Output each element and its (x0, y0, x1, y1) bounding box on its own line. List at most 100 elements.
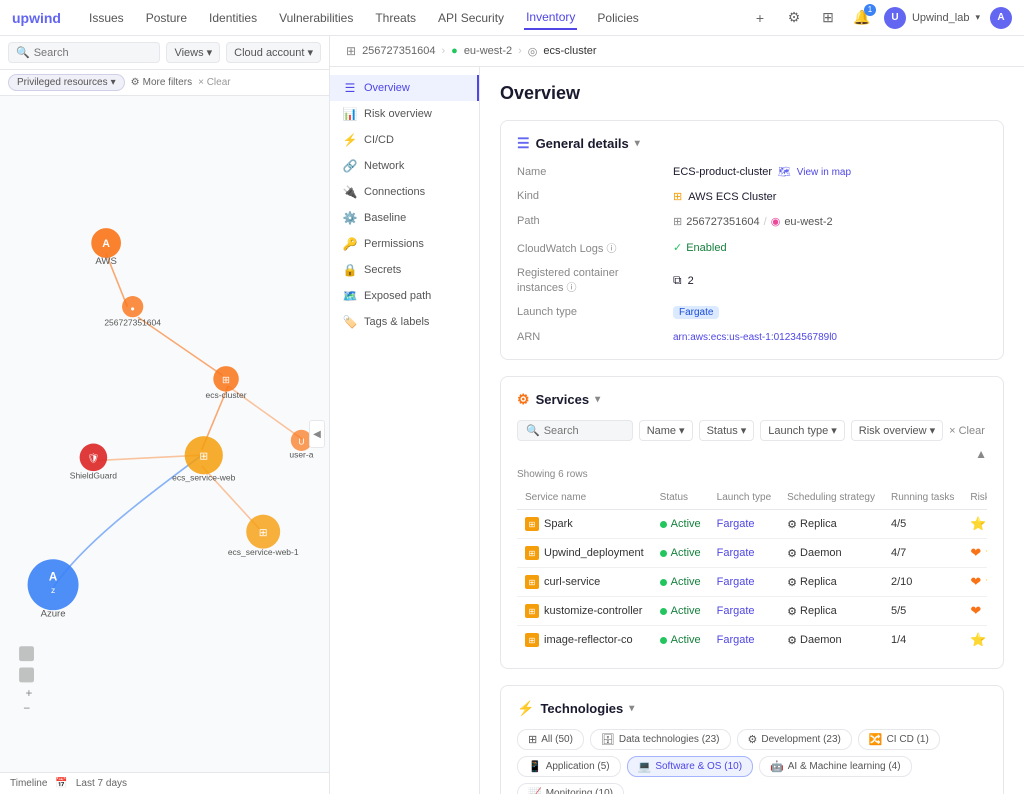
sidebar-item-label: Connections (364, 186, 425, 198)
nav-item-api-security[interactable]: API Security (436, 7, 506, 29)
table-row[interactable]: ⊞ kustomize-controller Active Fargate ⚙ … (517, 597, 987, 626)
svg-text:⊞: ⊞ (259, 527, 268, 539)
technologies-title: Technologies (540, 701, 623, 716)
nav-item-policies[interactable]: Policies (595, 7, 640, 29)
status-text: Active (671, 576, 701, 588)
svg-text:U: U (298, 437, 304, 447)
sidebar-item-tags[interactable]: 🏷️ Tags & labels (330, 309, 479, 335)
svg-text:256727351604: 256727351604 (104, 318, 161, 328)
nav-item-posture[interactable]: Posture (144, 7, 189, 29)
sidebar-item-label: Exposed path (364, 290, 431, 302)
sidebar-item-secrets[interactable]: 🔒 Secrets (330, 257, 479, 283)
table-row[interactable]: ⊞ image-reflector-co Active Fargate ⚙ Da… (517, 626, 987, 655)
nav-item-threats[interactable]: Threats (373, 7, 418, 29)
general-details-header[interactable]: ☰ General details ▾ (517, 135, 987, 152)
risk-filter-button[interactable]: Risk overview ▾ (851, 420, 943, 441)
table-row[interactable]: ⊞ Spark Active Fargate ⚙ Replica 4/5 ⭐↗ (517, 510, 987, 539)
path-account-icon: ⊞ (673, 215, 682, 228)
kind-label: Kind (517, 188, 657, 205)
service-scheduling-cell: ⚙ Daemon (779, 626, 883, 655)
cloud-account-button[interactable]: Cloud account ▾ (226, 42, 321, 63)
sidebar-item-cicd[interactable]: ⚡ CI/CD (330, 127, 479, 153)
sidebar-item-baseline[interactable]: ⚙️ Baseline (330, 205, 479, 231)
instances-count: 2 (688, 275, 694, 287)
table-row[interactable]: ⊞ Upwind_deployment Active Fargate ⚙ Dae… (517, 539, 987, 568)
gear-icon[interactable]: ⚙ (782, 6, 806, 30)
cat-icon: 💻 (638, 760, 652, 773)
path-label: Path (517, 213, 657, 230)
exposed-path-icon: 🗺️ (342, 289, 358, 303)
chevron-down-icon: ▾ (629, 703, 634, 714)
nav-item-vulnerabilities[interactable]: Vulnerabilities (277, 7, 355, 29)
nav-item-inventory[interactable]: Inventory (524, 6, 577, 30)
permissions-icon: 🔑 (342, 237, 358, 251)
launch-type-filter-label: Launch type (768, 425, 828, 437)
views-button[interactable]: Views ▾ (166, 42, 220, 63)
category-tab[interactable]: 🗄Data technologies (23) (590, 729, 731, 750)
nav-item-issues[interactable]: Issues (87, 7, 126, 29)
user-menu[interactable]: U Upwind_lab ▾ (884, 7, 980, 29)
services-search-input[interactable] (544, 425, 624, 437)
sidebar-item-label: Overview (364, 82, 410, 94)
graph-search-input[interactable] (34, 47, 153, 59)
sidebar-item-network[interactable]: 🔗 Network (330, 153, 479, 179)
clear-filters-button[interactable]: × Clear (198, 77, 231, 88)
user-initial-avatar[interactable]: A (990, 7, 1012, 29)
table-row[interactable]: ⊞ curl-service Active Fargate ⚙ Replica … (517, 568, 987, 597)
category-tab[interactable]: 🤖AI & Machine learning (4) (759, 756, 912, 777)
category-tab[interactable]: ⚙Development (23) (737, 729, 852, 750)
columns-icon[interactable]: ⊞ (816, 6, 840, 30)
graph-search-box[interactable]: 🔍 (8, 42, 160, 63)
overview-icon: ☰ (342, 81, 358, 95)
timeline-label: Timeline (10, 778, 47, 789)
graph-area[interactable]: A AWS ● 256727351604 ⊞ ecs-cluster ⊞ ecs… (0, 96, 329, 772)
path-region: eu-west-2 (784, 216, 832, 228)
path-account: 256727351604 (686, 216, 759, 228)
bell-icon[interactable]: 🔔 1 (850, 6, 874, 30)
more-filters-button[interactable]: ⚙ More filters (131, 77, 192, 88)
name-filter-button[interactable]: Name ▾ (639, 420, 693, 441)
plus-icon[interactable]: + (748, 6, 772, 30)
col-launch-type: Launch type (709, 486, 780, 510)
name-label: Name (517, 164, 657, 180)
fargate-tag: Fargate (717, 518, 755, 530)
services-icon: ⚙ (517, 391, 530, 408)
launch-type-value: Fargate (673, 304, 987, 321)
services-clear-button[interactable]: × Clear (949, 425, 985, 437)
calendar-icon: 📅 (55, 778, 67, 789)
breadcrumb-region[interactable]: eu-west-2 (464, 45, 512, 57)
services-header[interactable]: ⚙ Services ▾ (517, 391, 987, 408)
sidebar-item-permissions[interactable]: 🔑 Permissions (330, 231, 479, 257)
category-tab[interactable]: 📱Application (5) (517, 756, 621, 777)
map-icon: 🗺 (778, 167, 791, 178)
category-tab[interactable]: 📈Monitoring (10) (517, 783, 624, 794)
technologies-header[interactable]: ⚡ Technologies ▾ (517, 700, 987, 717)
container-instances-label: Registered container instances ⓘ (517, 265, 657, 296)
name-filter-label: Name (647, 425, 676, 437)
service-risk-cell: ⭐ (962, 626, 987, 655)
arn-link[interactable]: arn:aws:ecs:us-east-1:0123456789l0 (673, 332, 837, 343)
clear-label: Clear (207, 77, 231, 88)
collapse-panel-button[interactable]: ◀ (309, 420, 325, 448)
category-tab[interactable]: 💻Software & OS (10) (627, 756, 753, 777)
services-toolbar: 🔍 Name ▾ Status ▾ Launch type (517, 420, 987, 461)
category-tab[interactable]: ⊞All (50) (517, 729, 584, 750)
nav-item-identities[interactable]: Identities (207, 7, 259, 29)
privileged-resources-filter[interactable]: Privileged resources ▾ (8, 74, 125, 91)
sidebar-item-overview[interactable]: ☰ Overview (330, 75, 479, 101)
category-tab[interactable]: 🔀CI CD (1) (858, 729, 940, 750)
launch-type-filter-button[interactable]: Launch type ▾ (760, 420, 844, 441)
sidebar-item-exposed-path[interactable]: 🗺️ Exposed path (330, 283, 479, 309)
service-icon: ⊞ (525, 633, 539, 647)
view-in-map-link[interactable]: View in map (797, 167, 851, 178)
service-launch-type-cell: Fargate (709, 626, 780, 655)
breadcrumb-account[interactable]: 256727351604 (362, 45, 435, 57)
tags-icon: 🏷️ (342, 315, 358, 329)
status-filter-button[interactable]: Status ▾ (699, 420, 755, 441)
services-search-box[interactable]: 🔍 (517, 420, 633, 441)
sidebar-item-risk[interactable]: 📊 Risk overview (330, 101, 479, 127)
breadcrumb-cluster[interactable]: ecs-cluster (543, 45, 596, 57)
services-scroll-up[interactable]: ▲ (975, 447, 987, 461)
cat-icon: 🔀 (869, 733, 883, 746)
sidebar-item-connections[interactable]: 🔌 Connections (330, 179, 479, 205)
